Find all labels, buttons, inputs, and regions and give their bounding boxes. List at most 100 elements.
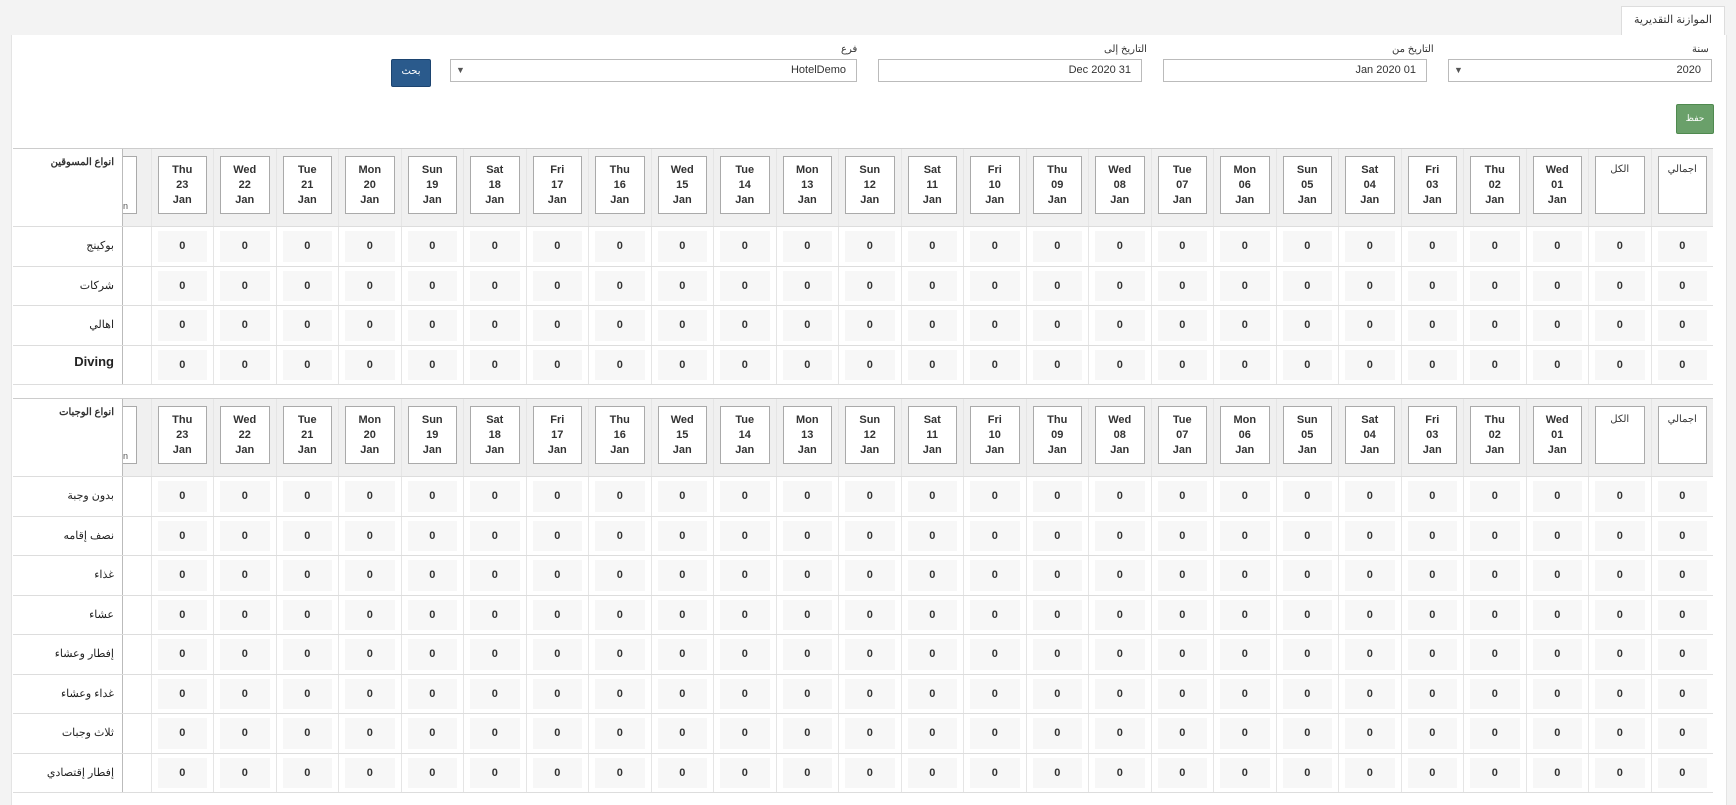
value-input[interactable]: 0 — [1345, 310, 1395, 341]
value-input[interactable]: 0 — [1282, 349, 1332, 380]
value-input[interactable]: 0 — [657, 349, 707, 380]
value-input[interactable]: 0 — [970, 599, 1020, 630]
value-input[interactable]: 0 — [1220, 718, 1270, 749]
value-input[interactable]: 0 — [907, 639, 957, 670]
value-input[interactable]: 0 — [1407, 231, 1457, 262]
value-input[interactable]: 0 — [1470, 560, 1520, 591]
value-input[interactable]: 0 — [532, 718, 582, 749]
value-input[interactable]: 0 — [1595, 481, 1645, 512]
value-input[interactable]: 0 — [220, 639, 270, 670]
value-input[interactable]: 0 — [1657, 481, 1707, 512]
value-input[interactable]: 0 — [1220, 560, 1270, 591]
value-input[interactable]: 0 — [1595, 599, 1645, 630]
value-input[interactable]: 0 — [1220, 757, 1270, 788]
value-input[interactable]: 0 — [595, 310, 645, 341]
value-input[interactable]: 0 — [1095, 599, 1145, 630]
value-input[interactable]: 0 — [782, 560, 832, 591]
value-input[interactable]: 0 — [282, 560, 332, 591]
value-input[interactable]: 0 — [657, 678, 707, 709]
value-input[interactable]: 0 — [1095, 481, 1145, 512]
value-input[interactable]: 0 — [595, 639, 645, 670]
value-input[interactable]: 0 — [970, 560, 1020, 591]
value-input[interactable]: 0 — [1532, 481, 1582, 512]
value-input[interactable]: 0 — [157, 310, 207, 341]
value-input[interactable]: 0 — [845, 520, 895, 551]
value-input[interactable]: 0 — [970, 481, 1020, 512]
value-input[interactable]: 0 — [782, 757, 832, 788]
value-input[interactable]: 0 — [1095, 639, 1145, 670]
value-input[interactable]: 0 — [1470, 639, 1520, 670]
value-input[interactable]: 0 — [1657, 231, 1707, 262]
value-input[interactable]: 0 — [407, 639, 457, 670]
value-input[interactable]: 0 — [1657, 349, 1707, 380]
value-input[interactable]: 0 — [1032, 231, 1082, 262]
value-input[interactable]: 0 — [220, 349, 270, 380]
value-input[interactable]: 0 — [1407, 757, 1457, 788]
value-input[interactable]: 0 — [782, 520, 832, 551]
value-input[interactable]: 0 — [1470, 757, 1520, 788]
value-input[interactable]: 0 — [1595, 310, 1645, 341]
value-input[interactable]: 0 — [657, 481, 707, 512]
value-input[interactable]: 0 — [220, 599, 270, 630]
value-input[interactable]: 0 — [1595, 270, 1645, 301]
value-input[interactable]: 0 — [345, 231, 395, 262]
value-input[interactable]: 0 — [470, 231, 520, 262]
value-input[interactable]: 0 — [345, 678, 395, 709]
value-input[interactable]: 0 — [1407, 639, 1457, 670]
value-input[interactable]: 0 — [220, 718, 270, 749]
value-input[interactable]: 0 — [157, 270, 207, 301]
value-input[interactable]: 0 — [220, 560, 270, 591]
value-input[interactable]: 0 — [782, 718, 832, 749]
value-input[interactable]: 0 — [1532, 520, 1582, 551]
value-input[interactable]: 0 — [720, 757, 770, 788]
value-input[interactable]: 0 — [532, 310, 582, 341]
value-input[interactable]: 0 — [1532, 757, 1582, 788]
value-input[interactable]: 0 — [1407, 560, 1457, 591]
value-input[interactable]: 0 — [1345, 639, 1395, 670]
value-input[interactable]: 0 — [720, 639, 770, 670]
value-input[interactable]: 0 — [720, 718, 770, 749]
value-input[interactable]: 0 — [720, 481, 770, 512]
value-input[interactable]: 0 — [657, 560, 707, 591]
value-input[interactable]: 0 — [470, 718, 520, 749]
value-input[interactable]: 0 — [595, 599, 645, 630]
value-input[interactable]: 0 — [657, 599, 707, 630]
value-input[interactable]: 0 — [220, 520, 270, 551]
value-input[interactable]: 0 — [720, 310, 770, 341]
value-input[interactable]: 0 — [220, 270, 270, 301]
value-input[interactable]: 0 — [407, 270, 457, 301]
value-input[interactable]: 0 — [782, 481, 832, 512]
value-input[interactable]: 0 — [907, 270, 957, 301]
value-input[interactable]: 0 — [845, 270, 895, 301]
value-input[interactable]: 0 — [1345, 270, 1395, 301]
value-input[interactable]: 0 — [1532, 349, 1582, 380]
value-input[interactable]: 0 — [595, 270, 645, 301]
value-input[interactable]: 0 — [470, 639, 520, 670]
value-input[interactable]: 0 — [1032, 599, 1082, 630]
value-input[interactable]: 0 — [1157, 639, 1207, 670]
value-input[interactable]: 0 — [1282, 718, 1332, 749]
value-input[interactable]: 0 — [1032, 270, 1082, 301]
value-input[interactable]: 0 — [1407, 481, 1457, 512]
value-input[interactable]: 0 — [1282, 231, 1332, 262]
value-input[interactable]: 0 — [845, 757, 895, 788]
value-input[interactable]: 0 — [282, 639, 332, 670]
value-input[interactable]: 0 — [1345, 560, 1395, 591]
value-input[interactable]: 0 — [407, 520, 457, 551]
value-input[interactable]: 0 — [532, 349, 582, 380]
value-input[interactable]: 0 — [1345, 231, 1395, 262]
value-input[interactable]: 0 — [1470, 349, 1520, 380]
value-input[interactable]: 0 — [1595, 678, 1645, 709]
value-input[interactable]: 0 — [345, 481, 395, 512]
value-input[interactable]: 0 — [282, 718, 332, 749]
value-input[interactable]: 0 — [1282, 639, 1332, 670]
value-input[interactable]: 0 — [1157, 270, 1207, 301]
value-input[interactable]: 0 — [1095, 520, 1145, 551]
value-input[interactable]: 0 — [1095, 678, 1145, 709]
value-input[interactable]: 0 — [845, 481, 895, 512]
value-input[interactable]: 0 — [720, 231, 770, 262]
value-input[interactable]: 0 — [1657, 520, 1707, 551]
value-input[interactable]: 0 — [1095, 349, 1145, 380]
value-input[interactable]: 0 — [470, 560, 520, 591]
value-input[interactable]: 0 — [1032, 520, 1082, 551]
